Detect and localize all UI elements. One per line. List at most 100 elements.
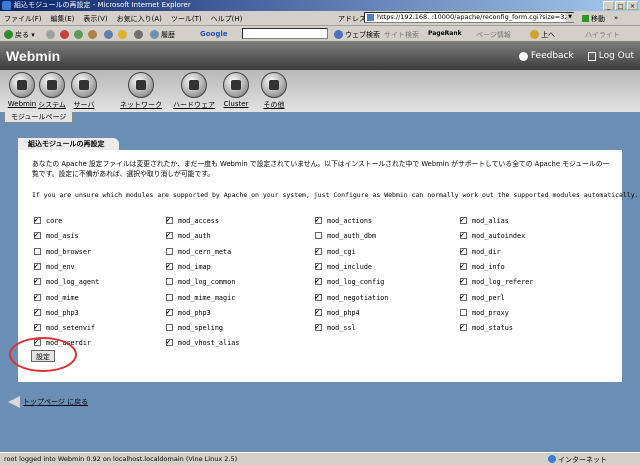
- category-others[interactable]: その他: [252, 72, 296, 110]
- module-checkbox[interactable]: [166, 261, 173, 271]
- module-option[interactable]: mod_imap: [166, 261, 211, 272]
- module-checkbox[interactable]: [166, 293, 173, 301]
- module-checkbox[interactable]: [315, 215, 322, 225]
- menu-view[interactable]: 表示(V): [83, 14, 107, 24]
- module-checkbox[interactable]: [460, 322, 467, 332]
- module-option[interactable]: core: [34, 215, 62, 226]
- module-option[interactable]: mod_php4: [315, 307, 360, 318]
- home-button[interactable]: [88, 30, 99, 39]
- back-button[interactable]: 戻る ▾: [4, 30, 35, 40]
- module-option[interactable]: mod_asis: [34, 230, 79, 241]
- module-option[interactable]: mod_php3: [34, 307, 79, 318]
- module-option[interactable]: mod_env: [34, 261, 75, 272]
- module-checkbox[interactable]: [460, 292, 467, 302]
- module-checkbox[interactable]: [34, 322, 41, 332]
- menu-help[interactable]: ヘルプ(H): [211, 14, 243, 24]
- google-toolbar-logo[interactable]: Google: [200, 30, 228, 38]
- module-option[interactable]: mod_dir: [460, 246, 501, 257]
- module-checkbox[interactable]: [460, 230, 467, 240]
- highlight-button[interactable]: ハイライト: [585, 30, 620, 40]
- module-checkbox[interactable]: [34, 247, 41, 255]
- site-search-button[interactable]: サイト検索: [384, 30, 419, 40]
- module-option[interactable]: mod_setenvif: [34, 322, 95, 333]
- module-option[interactable]: mod_log_config: [315, 276, 384, 287]
- category-hardware[interactable]: ハードウェア: [172, 72, 216, 110]
- history-button[interactable]: 履歴: [150, 30, 175, 40]
- module-checkbox[interactable]: [166, 307, 173, 317]
- module-option[interactable]: mod_auth: [166, 230, 211, 241]
- google-search-input[interactable]: [242, 28, 328, 39]
- module-checkbox[interactable]: [34, 276, 41, 286]
- stop-button[interactable]: [60, 30, 71, 39]
- module-option[interactable]: mod_autoindex: [460, 230, 525, 241]
- menu-file[interactable]: ファイル(F): [4, 14, 42, 24]
- module-option[interactable]: mod_alias: [460, 215, 509, 226]
- module-checkbox[interactable]: [34, 215, 41, 225]
- module-checkbox[interactable]: [315, 246, 322, 256]
- module-option[interactable]: mod_mime_magic: [166, 293, 235, 303]
- module-option[interactable]: mod_php3: [166, 307, 211, 318]
- module-option[interactable]: mod_speling: [166, 323, 223, 333]
- search-button[interactable]: [104, 30, 115, 39]
- module-checkbox[interactable]: [34, 307, 41, 317]
- close-button[interactable]: ×: [627, 1, 638, 10]
- pagerank-indicator[interactable]: PageRank: [428, 30, 462, 37]
- up-button[interactable]: 上へ: [530, 30, 555, 40]
- address-input[interactable]: https://192.168. :10000/apache/reconfig_…: [364, 12, 574, 23]
- web-search-button[interactable]: ウェブ検索: [334, 30, 380, 40]
- address-dropdown-icon[interactable]: ▼: [566, 13, 574, 22]
- module-checkbox[interactable]: [166, 324, 173, 332]
- minimize-button[interactable]: _: [603, 1, 614, 10]
- module-option[interactable]: mod_perl: [460, 292, 505, 303]
- module-option[interactable]: mod_cern_meta: [166, 247, 231, 257]
- module-option[interactable]: mod_access: [166, 215, 219, 226]
- go-button[interactable]: 移動: [582, 14, 605, 24]
- module-checkbox[interactable]: [460, 246, 467, 256]
- module-checkbox[interactable]: [315, 232, 322, 240]
- module-checkbox[interactable]: [166, 278, 173, 286]
- refresh-button[interactable]: [74, 30, 85, 39]
- menu-edit[interactable]: 編集(E): [51, 14, 75, 24]
- module-checkbox[interactable]: [166, 247, 173, 255]
- module-option[interactable]: mod_cgi: [315, 246, 356, 257]
- module-checkbox[interactable]: [166, 215, 173, 225]
- module-checkbox[interactable]: [34, 261, 41, 271]
- back-to-top-link[interactable]: トップページ に戻る: [8, 396, 88, 408]
- module-option[interactable]: mod_proxy: [460, 308, 509, 318]
- module-option[interactable]: mod_ssl: [315, 322, 356, 333]
- module-option[interactable]: mod_status: [460, 322, 513, 333]
- logout-link[interactable]: Log Out: [587, 51, 634, 61]
- module-checkbox[interactable]: [166, 337, 173, 347]
- module-option[interactable]: mod_browser: [34, 247, 91, 257]
- links-chevron[interactable]: »: [614, 14, 618, 22]
- category-servers[interactable]: サーバ: [62, 72, 106, 110]
- module-checkbox[interactable]: [34, 292, 41, 302]
- module-option[interactable]: mod_actions: [315, 215, 372, 226]
- module-checkbox[interactable]: [460, 308, 467, 316]
- module-option[interactable]: mod_vhost_alias: [166, 337, 239, 348]
- module-checkbox[interactable]: [34, 230, 41, 240]
- maximize-button[interactable]: □: [615, 1, 626, 10]
- module-checkbox[interactable]: [166, 230, 173, 240]
- module-checkbox[interactable]: [460, 276, 467, 286]
- module-checkbox[interactable]: [460, 261, 467, 271]
- media-button[interactable]: [134, 30, 145, 39]
- module-option[interactable]: mod_info: [460, 261, 505, 272]
- module-option[interactable]: mod_log_common: [166, 277, 235, 287]
- module-option[interactable]: mod_auth_dbm: [315, 231, 376, 241]
- feedback-link[interactable]: Feedback: [518, 51, 574, 61]
- page-info-button[interactable]: ページ情報: [476, 30, 511, 40]
- module-option[interactable]: mod_log_referer: [460, 276, 533, 287]
- category-network[interactable]: ネットワーク: [119, 72, 163, 110]
- module-option[interactable]: mod_log_agent: [34, 276, 99, 287]
- forward-button[interactable]: [46, 30, 57, 39]
- module-option[interactable]: mod_mime: [34, 292, 79, 303]
- menu-favorites[interactable]: お気に入り(A): [117, 14, 162, 24]
- module-option[interactable]: mod_negotiation: [315, 292, 388, 303]
- module-checkbox[interactable]: [460, 215, 467, 225]
- module-checkbox[interactable]: [315, 276, 322, 286]
- module-checkbox[interactable]: [315, 292, 322, 302]
- module-checkbox[interactable]: [315, 261, 322, 271]
- menu-tools[interactable]: ツール(T): [171, 14, 202, 24]
- module-option[interactable]: mod_include: [315, 261, 372, 272]
